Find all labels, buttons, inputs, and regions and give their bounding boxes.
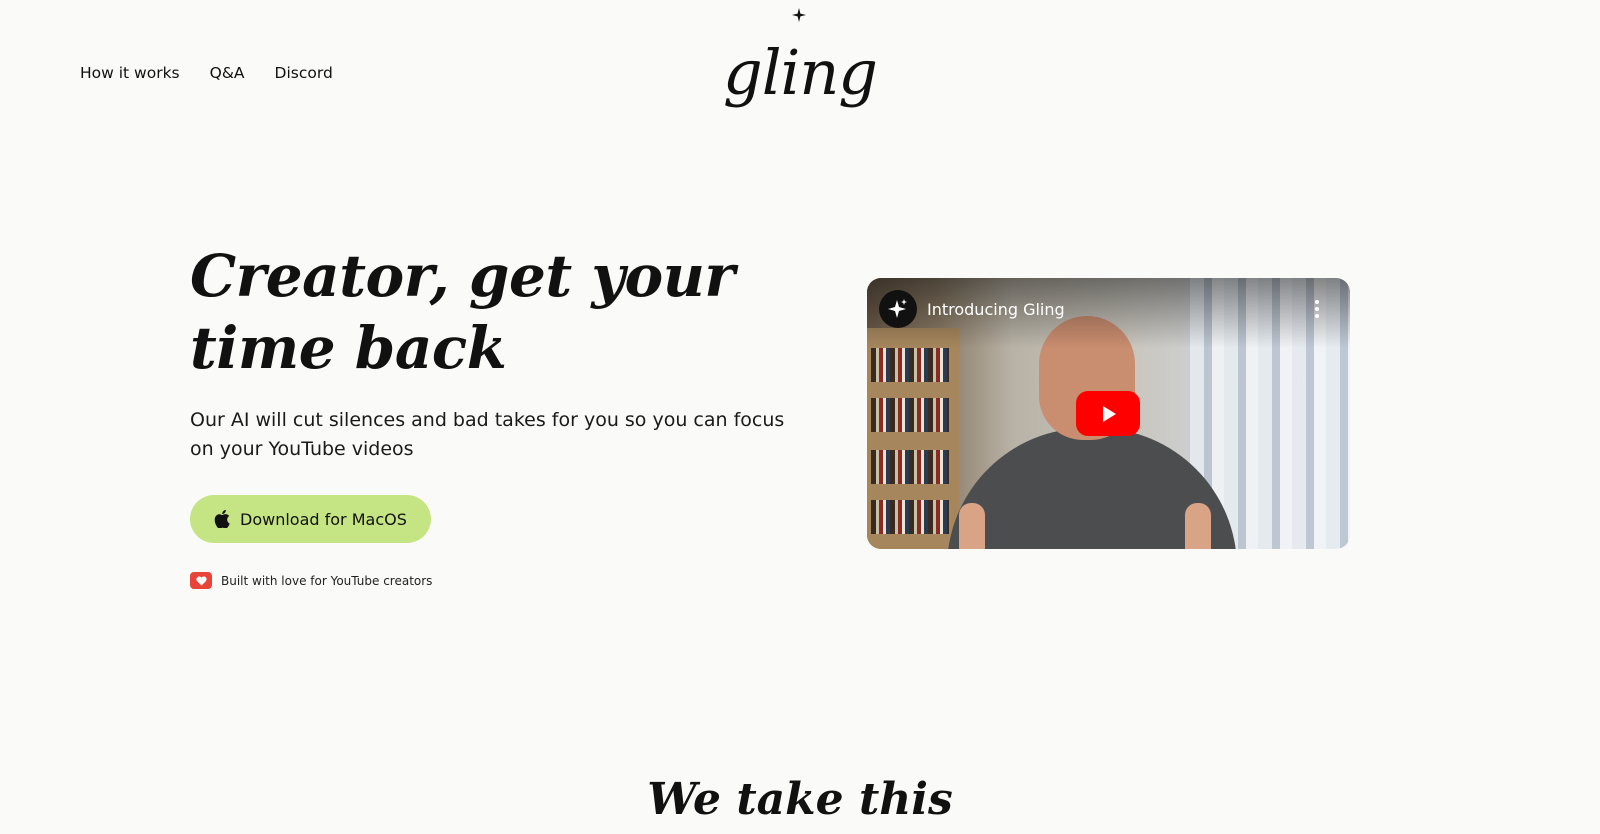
section-title: We take this bbox=[647, 774, 953, 825]
youtube-video-embed[interactable]: Introducing Gling bbox=[867, 278, 1350, 549]
sparkle-icon bbox=[888, 299, 907, 318]
hero-title-line1: Creator, get your bbox=[190, 242, 735, 310]
download-button-label: Download for MacOS bbox=[240, 509, 407, 529]
hero-title: Creator, get your time back bbox=[190, 240, 750, 384]
built-with-love-text: Built with love for YouTube creators bbox=[221, 573, 433, 588]
heart-icon bbox=[190, 572, 212, 589]
books-row bbox=[871, 398, 949, 432]
books-row bbox=[871, 450, 949, 484]
apple-icon bbox=[214, 510, 230, 528]
hero-title-line2: time back bbox=[190, 314, 507, 382]
more-vert-icon[interactable] bbox=[1314, 300, 1320, 318]
built-with-love: Built with love for YouTube creators bbox=[190, 572, 432, 589]
video-title[interactable]: Introducing Gling bbox=[927, 300, 1065, 319]
play-button[interactable] bbox=[1076, 391, 1140, 436]
books-row bbox=[871, 500, 949, 534]
hero-subtitle: Our AI will cut silences and bad takes f… bbox=[190, 409, 785, 460]
channel-avatar[interactable] bbox=[879, 290, 917, 328]
video-bookshelf bbox=[867, 328, 959, 549]
video-person-hand-right bbox=[1185, 503, 1211, 549]
sparkle-icon bbox=[792, 8, 806, 22]
logo[interactable]: gling bbox=[0, 36, 1600, 109]
play-icon bbox=[1103, 405, 1116, 422]
logo-text: gling bbox=[723, 36, 878, 109]
video-person-hand-left bbox=[959, 503, 985, 549]
books-row bbox=[871, 348, 949, 382]
download-macos-button[interactable]: Download for MacOS bbox=[190, 495, 431, 543]
